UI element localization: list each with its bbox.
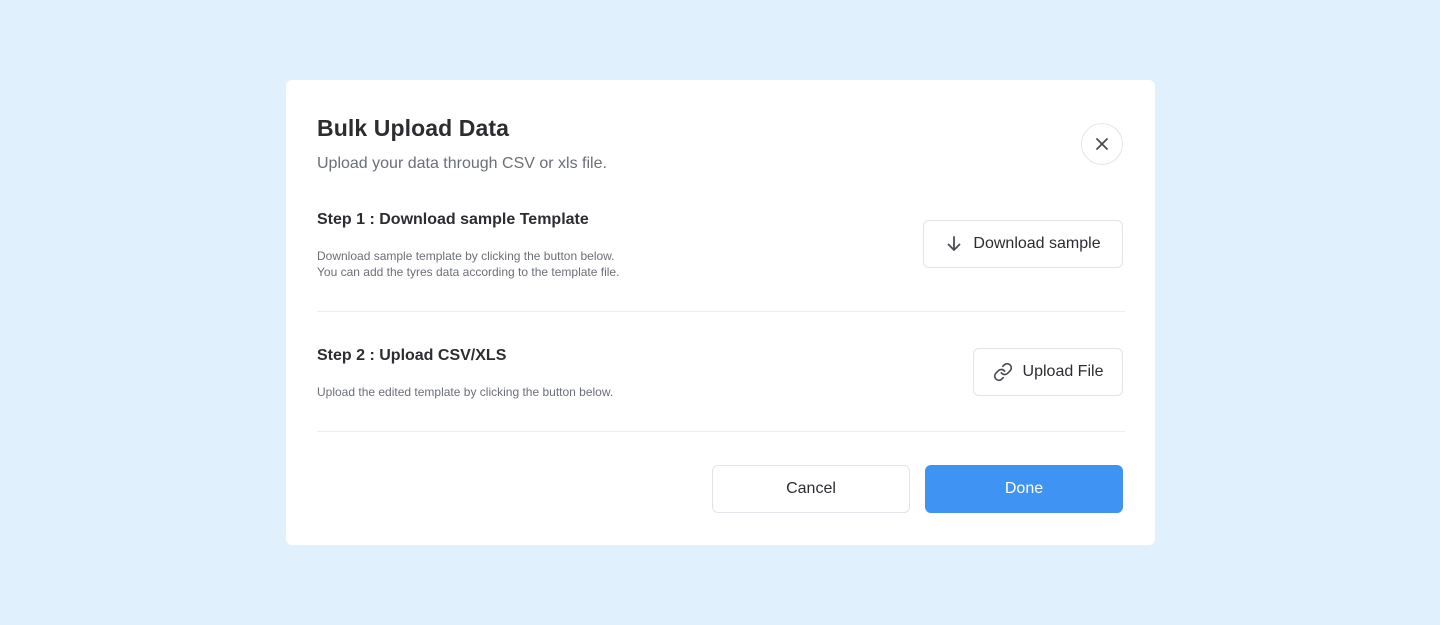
cancel-button[interactable]: Cancel [712, 465, 910, 513]
step2-description: Upload the edited template by clicking t… [317, 384, 613, 400]
step1-desc-line2: You can add the tyres data according to … [317, 265, 620, 279]
link-icon [993, 362, 1013, 382]
step1-description: Download sample template by clicking the… [317, 248, 619, 280]
step1-title: Step 1 : Download sample Template [317, 211, 589, 228]
upload-file-button[interactable]: Upload File [973, 348, 1123, 396]
close-icon [1095, 137, 1109, 151]
close-button[interactable] [1081, 123, 1123, 165]
bulk-upload-modal: Bulk Upload Data Upload your data throug… [286, 80, 1155, 545]
step1-desc-line1: Download sample template by clicking the… [317, 249, 615, 263]
step2-title: Step 2 : Upload CSV/XLS [317, 347, 507, 364]
modal-subtitle: Upload your data through CSV or xls file… [317, 155, 607, 172]
modal-title: Bulk Upload Data [317, 115, 510, 141]
download-sample-label: Download sample [973, 235, 1101, 252]
done-button[interactable]: Done [925, 465, 1123, 513]
step2-desc-line1: Upload the edited template by clicking t… [317, 385, 614, 399]
divider [317, 311, 1125, 312]
upload-file-label: Upload File [1022, 363, 1104, 380]
download-sample-button[interactable]: Download sample [923, 220, 1123, 268]
divider [317, 431, 1125, 432]
arrow-down-icon [945, 235, 963, 253]
